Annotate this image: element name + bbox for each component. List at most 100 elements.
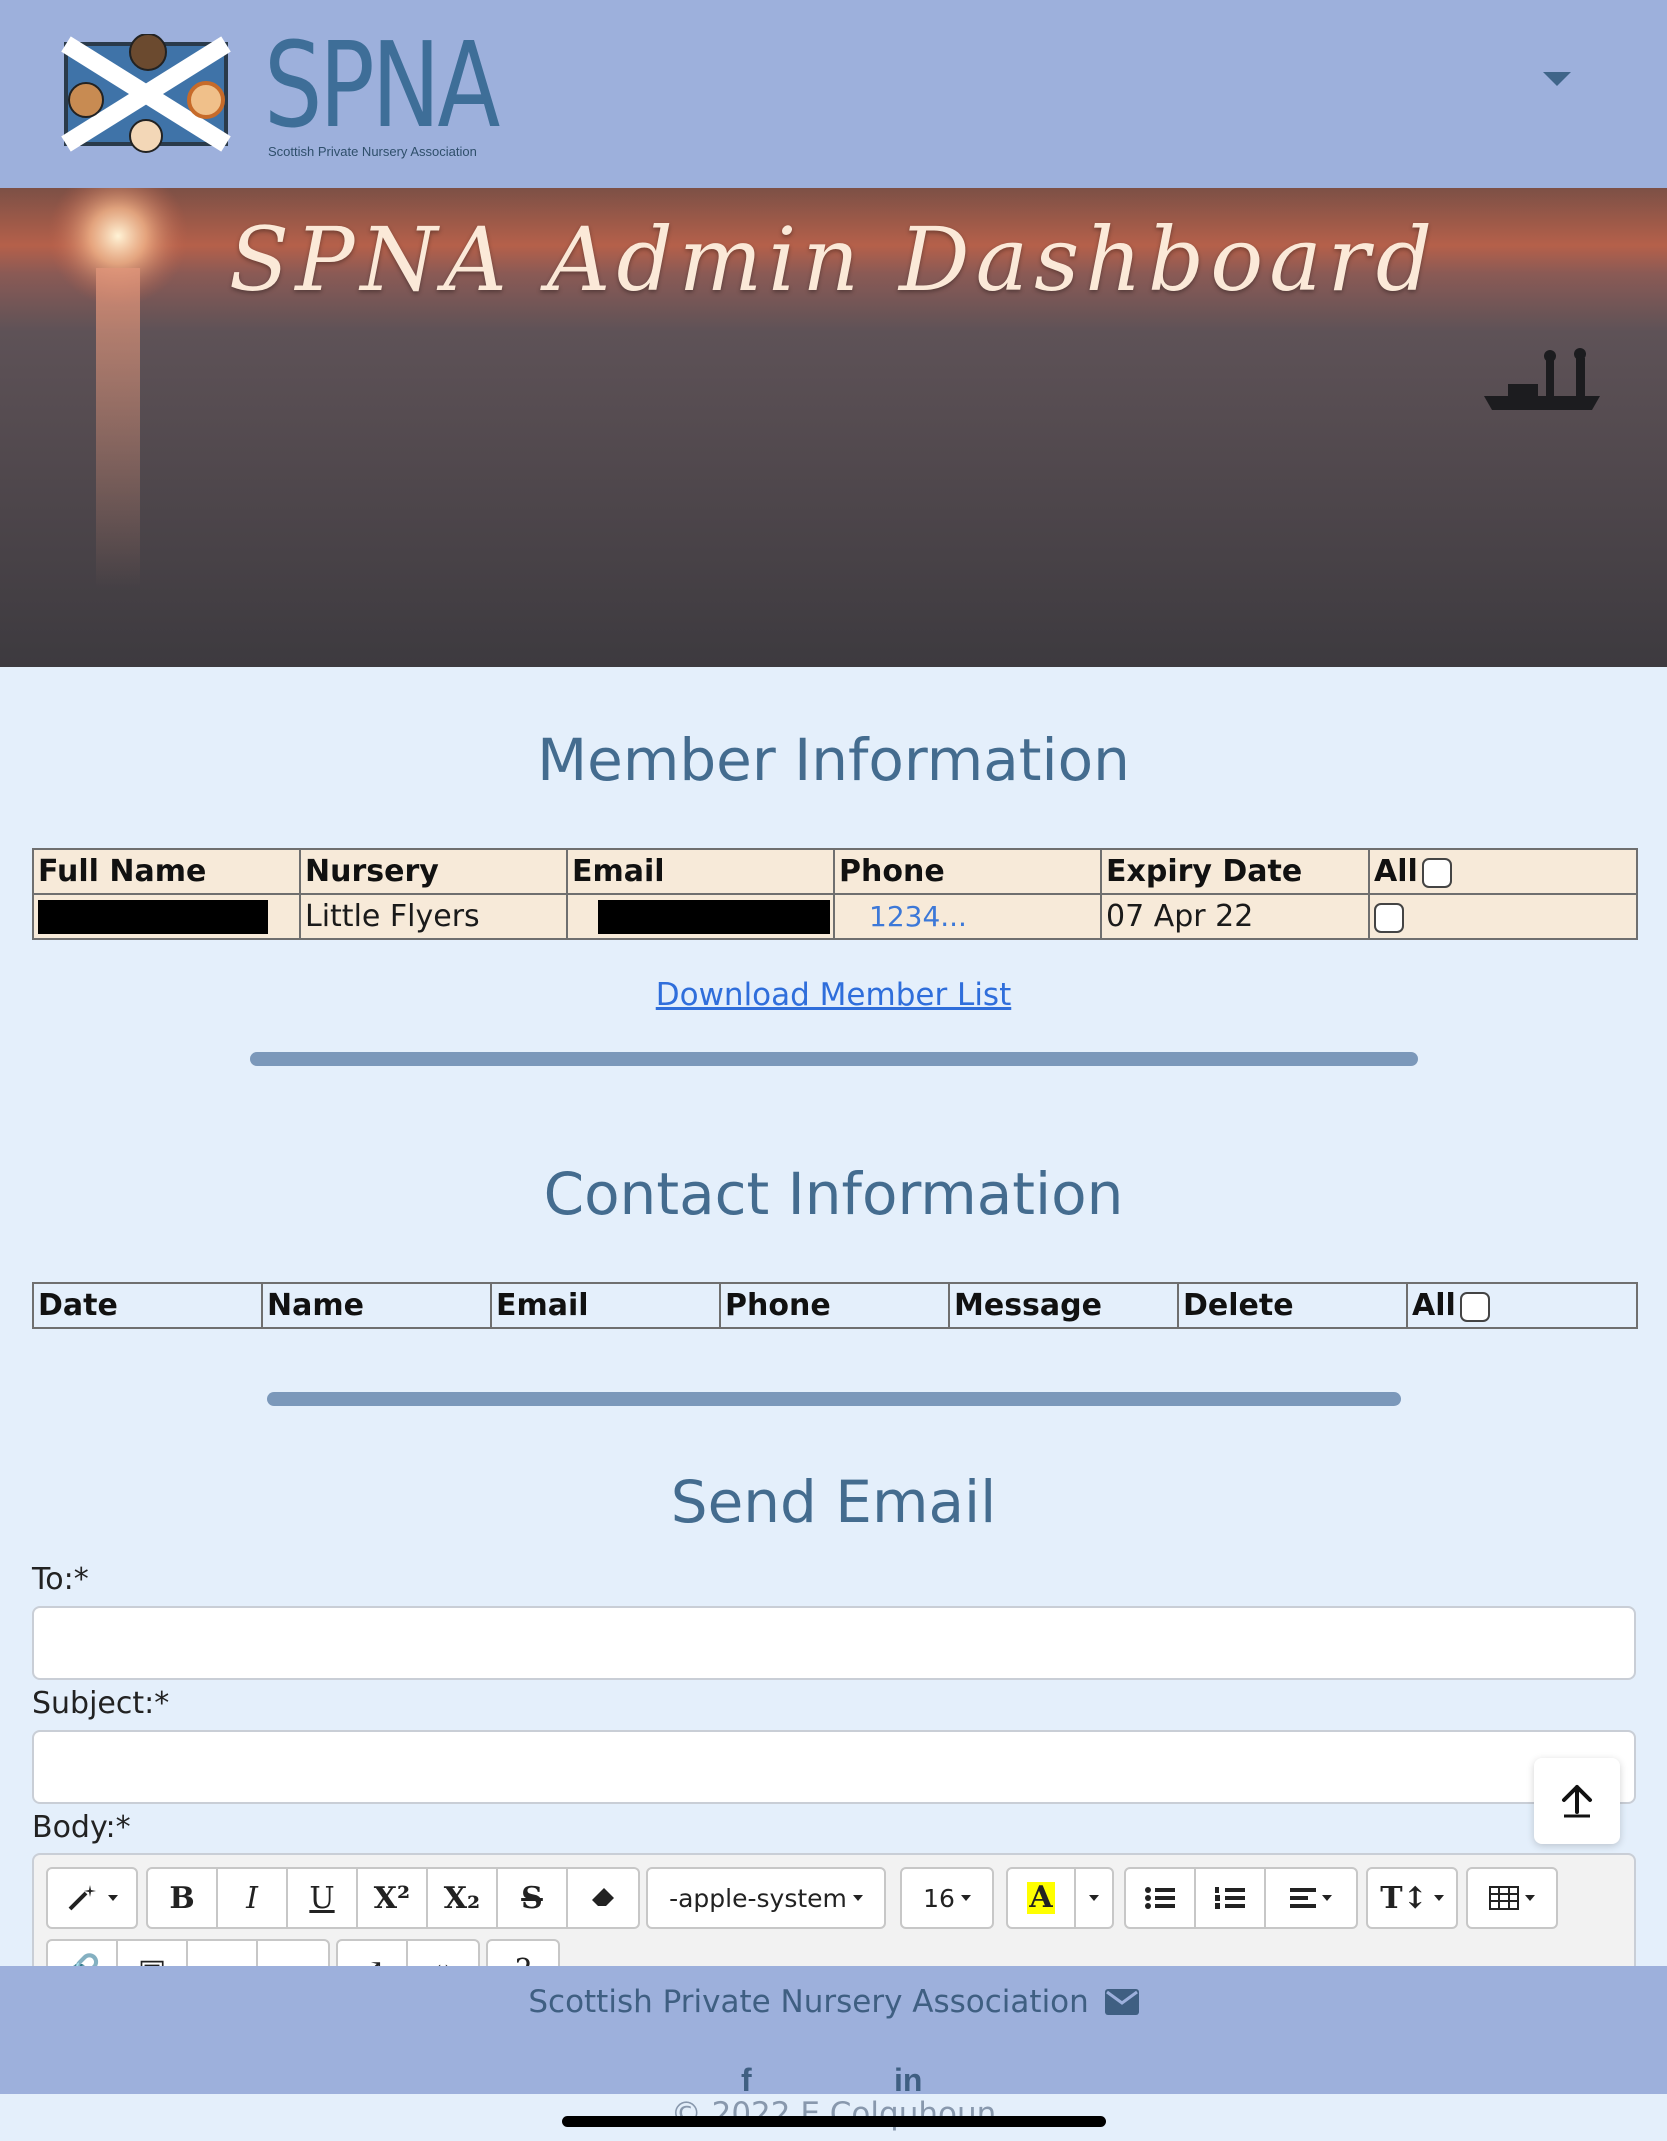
contact-information-heading: Contact Information xyxy=(543,1160,1124,1228)
dropdown-caret-icon xyxy=(1322,1895,1332,1901)
column-header-message[interactable]: Message xyxy=(948,1282,1179,1329)
strikethrough-icon: S xyxy=(521,1880,543,1916)
member-row-checkbox[interactable] xyxy=(1374,902,1404,933)
column-header-full-name[interactable]: Full Name xyxy=(32,848,301,895)
paragraph-align-button[interactable] xyxy=(1266,1869,1356,1927)
menu-dropdown-toggle[interactable] xyxy=(1536,58,1578,100)
column-header-nursery[interactable]: Nursery xyxy=(299,848,568,895)
footer: Scottish Private Nursery Association f i… xyxy=(0,1966,1667,2098)
to-label: To:* xyxy=(32,1562,89,1597)
member-table-header-row: Full Name Nursery Email Phone Expiry Dat… xyxy=(32,848,1638,895)
bold-button[interactable]: B xyxy=(148,1869,218,1927)
dropdown-caret-icon xyxy=(1433,1895,1444,1901)
facebook-icon[interactable]: f xyxy=(741,2062,752,2099)
insert-table-button[interactable] xyxy=(1468,1869,1556,1927)
column-header-email[interactable]: Email xyxy=(490,1282,721,1329)
column-header-email[interactable]: Email xyxy=(566,848,835,895)
back-to-top-button[interactable] xyxy=(1534,1758,1620,1844)
format-toolbar-group: B I U X² X₂ S xyxy=(146,1867,640,1929)
member-phone-cell: 1234... xyxy=(833,893,1102,940)
hero-banner: SPNA Admin Dashboard xyxy=(0,188,1667,667)
select-all-label: All xyxy=(1374,854,1418,889)
magic-wand-style-button[interactable] xyxy=(48,1869,136,1927)
subscript-icon: X₂ xyxy=(443,1880,481,1916)
color-dropdown-button[interactable] xyxy=(1076,1869,1112,1927)
send-email-heading: Send Email xyxy=(670,1468,997,1536)
font-size-dropdown[interactable]: 16 xyxy=(902,1869,992,1927)
column-header-delete[interactable]: Delete xyxy=(1177,1282,1408,1329)
superscript-button[interactable]: X² xyxy=(358,1869,428,1927)
member-table: Full Name Nursery Email Phone Expiry Dat… xyxy=(32,848,1638,940)
spna-logo[interactable]: SPNA Scottish Private Nursery Associatio… xyxy=(58,16,500,166)
style-toolbar-group xyxy=(46,1867,138,1929)
dropdown-caret-icon xyxy=(1089,1895,1099,1901)
font-family-value: -apple-system xyxy=(669,1883,847,1913)
underline-icon: U xyxy=(309,1880,335,1916)
envelope-icon[interactable] xyxy=(1104,1989,1139,2015)
font-family-dropdown[interactable]: -apple-system xyxy=(648,1869,884,1927)
text-height-icon: T↕ xyxy=(1380,1880,1428,1916)
font-size-value: 16 xyxy=(923,1883,955,1913)
superscript-icon: X² xyxy=(373,1880,411,1916)
table-group xyxy=(1466,1867,1558,1929)
column-header-all: All xyxy=(1368,848,1638,895)
dropdown-caret-icon xyxy=(108,1895,118,1901)
strikethrough-button[interactable]: S xyxy=(498,1869,568,1927)
footer-organisation: Scottish Private Nursery Association xyxy=(0,1984,1667,2020)
arrow-up-icon xyxy=(1562,1785,1592,1818)
section-divider xyxy=(250,1052,1418,1066)
member-expiry-date-cell: 07 Apr 22 xyxy=(1100,893,1370,940)
hero-title: SPNA Admin Dashboard xyxy=(228,208,1439,311)
subject-input[interactable] xyxy=(32,1730,1636,1804)
download-member-list-link[interactable]: Download Member List xyxy=(656,977,1012,1013)
logo-wordmark: SPNA xyxy=(264,16,500,154)
member-email-cell xyxy=(566,893,835,940)
member-nursery-cell: Little Flyers xyxy=(299,893,568,940)
column-header-phone[interactable]: Phone xyxy=(833,848,1102,895)
contact-table: Date Name Email Phone Message Delete All xyxy=(32,1282,1638,1329)
member-select-cell xyxy=(1368,893,1638,940)
home-indicator xyxy=(562,2116,1106,2127)
member-phone-link[interactable]: 1234... xyxy=(869,900,967,933)
select-all-label: All xyxy=(1412,1288,1456,1323)
bullet-list-icon xyxy=(1145,1887,1175,1909)
to-input[interactable] xyxy=(32,1606,1636,1680)
linkedin-icon[interactable]: in xyxy=(894,2062,922,2099)
saltire-children-icon xyxy=(61,34,231,153)
dropdown-caret-icon xyxy=(960,1895,971,1901)
caret-down-icon xyxy=(1543,72,1571,86)
bold-icon: B xyxy=(169,1880,195,1916)
download-link-container: Download Member List xyxy=(0,977,1667,1013)
column-header-expiry-date[interactable]: Expiry Date xyxy=(1100,848,1370,895)
highlight-color-button[interactable]: A xyxy=(1008,1869,1076,1927)
line-height-button[interactable]: T↕ xyxy=(1368,1869,1456,1927)
color-group: A xyxy=(1006,1867,1114,1929)
clear-format-button[interactable] xyxy=(568,1869,638,1927)
dropdown-caret-icon xyxy=(852,1895,863,1901)
contact-table-header-row: Date Name Email Phone Message Delete All xyxy=(32,1282,1638,1329)
unordered-list-button[interactable] xyxy=(1126,1869,1196,1927)
table-icon xyxy=(1489,1886,1519,1910)
column-header-name[interactable]: Name xyxy=(261,1282,492,1329)
select-all-members-checkbox[interactable] xyxy=(1421,857,1452,888)
italic-button[interactable]: I xyxy=(218,1869,288,1927)
section-divider xyxy=(267,1392,1401,1406)
column-header-phone[interactable]: Phone xyxy=(719,1282,950,1329)
top-navbar: SPNA Scottish Private Nursery Associatio… xyxy=(0,0,1667,188)
italic-icon: I xyxy=(246,1880,258,1916)
ordered-list-button[interactable] xyxy=(1196,1869,1266,1927)
column-header-date[interactable]: Date xyxy=(32,1282,263,1329)
member-full-name-cell xyxy=(32,893,301,940)
align-left-icon xyxy=(1290,1888,1316,1908)
redacted-email xyxy=(598,900,830,935)
select-all-contacts-checkbox[interactable] xyxy=(1459,1291,1490,1322)
footer-organisation-name: Scottish Private Nursery Association xyxy=(528,1984,1089,2020)
highlight-color-icon: A xyxy=(1027,1880,1055,1915)
column-header-all: All xyxy=(1406,1282,1638,1329)
subscript-button[interactable]: X₂ xyxy=(428,1869,498,1927)
logo-subtitle: Scottish Private Nursery Association xyxy=(268,144,477,159)
eraser-icon xyxy=(592,1888,614,1906)
underline-button[interactable]: U xyxy=(288,1869,358,1927)
redacted-full-name xyxy=(38,900,268,935)
list-group xyxy=(1124,1867,1358,1929)
